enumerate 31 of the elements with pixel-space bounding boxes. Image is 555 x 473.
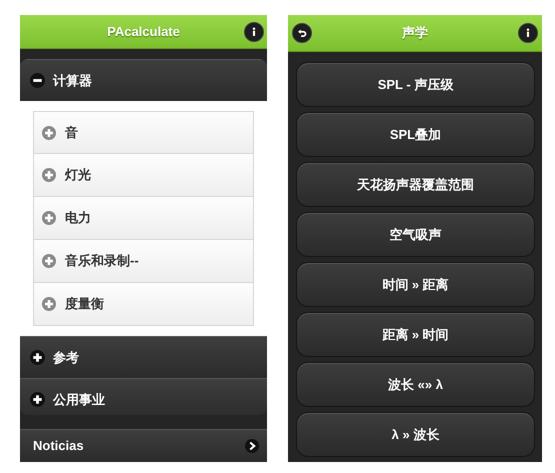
section-header[interactable]: 公用事业 (20, 378, 267, 414)
section-header[interactable]: 参考 (20, 336, 267, 378)
expand-icon (42, 297, 56, 311)
news-link[interactable]: Noticias (20, 428, 267, 462)
menu-button[interactable]: 时间 » 距离 (296, 262, 535, 307)
expand-icon (42, 168, 56, 182)
menu-button[interactable]: 波长 «» λ (296, 362, 535, 407)
back-button[interactable] (292, 23, 312, 43)
expand-icon (30, 392, 45, 407)
list-item[interactable]: 音乐和录制-- (33, 240, 254, 283)
menu-button[interactable]: 距离 » 时间 (296, 312, 535, 357)
expand-icon (42, 126, 56, 140)
expand-icon (42, 254, 56, 268)
list-item[interactable]: 电力 (33, 197, 254, 240)
section-header[interactable]: 计算器 (20, 59, 267, 101)
menu-button[interactable]: 天花扬声器覆盖范围 (296, 162, 535, 207)
screen-title: PAcalculate (107, 22, 180, 41)
menu-button[interactable]: λ » 波长 (296, 412, 535, 457)
info-button[interactable] (244, 22, 264, 42)
list-item[interactable]: 度量衡 (33, 283, 254, 326)
expand-icon (30, 350, 45, 365)
menu-button[interactable]: SPL叠加 (296, 112, 535, 157)
menu-button[interactable]: SPL - 声压级 (296, 62, 535, 107)
expand-icon (42, 211, 56, 225)
menu-button[interactable]: 空气吸声 (296, 212, 535, 257)
list-item[interactable]: 音 (33, 111, 254, 154)
screen-title: 声学 (402, 24, 428, 42)
collapse-icon (30, 73, 45, 88)
chevron-icon (245, 438, 259, 453)
info-button[interactable] (518, 23, 538, 43)
list-item[interactable]: 灯光 (33, 154, 254, 197)
